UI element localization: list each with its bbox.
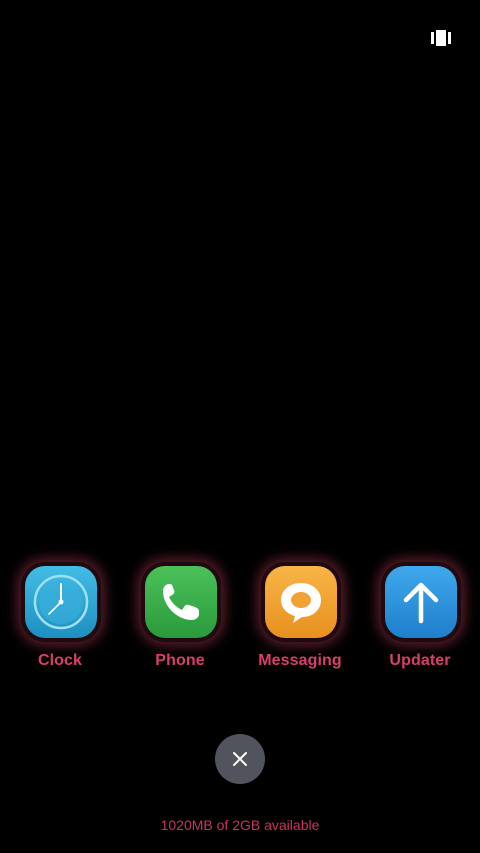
arrow-up-icon [385, 566, 457, 638]
clock-icon [25, 566, 97, 638]
updater-app-icon [381, 562, 461, 642]
recent-apps-row: Clock Phone Messaging Updater [0, 562, 480, 676]
app-messaging[interactable]: Messaging [250, 562, 350, 676]
clock-app-icon [21, 562, 101, 642]
app-label: Phone [155, 652, 205, 669]
app-label: Clock [37, 652, 83, 669]
card-stack-icon [431, 30, 451, 46]
phone-icon [145, 566, 217, 638]
memory-status-text: 1020MB of 2GB available [160, 817, 320, 833]
close-icon [233, 752, 247, 766]
messaging-app-icon [261, 562, 341, 642]
app-clock[interactable]: Clock [10, 562, 110, 676]
clear-all-button[interactable] [215, 734, 265, 784]
phone-app-icon [141, 562, 221, 642]
app-updater[interactable]: Updater [370, 562, 470, 676]
message-bubble-icon [265, 566, 337, 638]
recent-apps-view-toggle[interactable] [431, 30, 451, 46]
app-label: Messaging [258, 652, 342, 669]
app-label: Updater [389, 652, 451, 669]
app-phone[interactable]: Phone [130, 562, 230, 676]
